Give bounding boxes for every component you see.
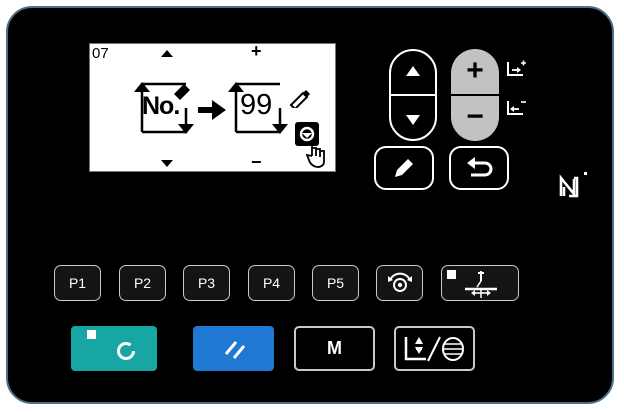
source-label: No. — [142, 92, 180, 120]
minus-indicator: − — [251, 152, 262, 172]
reset-slash-icon — [224, 341, 246, 359]
down-arrow-icon — [406, 115, 420, 125]
nfc-icon — [557, 174, 581, 200]
preset-p3-button[interactable]: P3 — [183, 265, 230, 301]
minus-button[interactable]: − — [451, 97, 499, 137]
ready-circle-icon — [117, 342, 135, 360]
lcd-screen: 07 + − No. 99 — [89, 41, 336, 172]
nav-divider — [391, 94, 435, 96]
edit-pencil-small-icon — [289, 90, 310, 108]
foot-raise-icon — [507, 60, 526, 76]
thread-tension-icon — [388, 272, 412, 292]
ready-button[interactable] — [71, 326, 157, 371]
presser-foot-indicator — [447, 270, 456, 279]
plus-button[interactable]: + — [451, 53, 499, 93]
mode-button[interactable]: M — [294, 326, 375, 371]
target-value: 99 — [240, 89, 273, 121]
left-down-indicator-icon — [161, 160, 173, 167]
winder-icon — [404, 336, 464, 362]
copy-arrow-icon — [198, 100, 226, 120]
presser-foot-icon — [465, 271, 497, 298]
foot-lower-icon — [507, 101, 526, 115]
up-arrow-icon — [406, 66, 420, 76]
touch-hand-icon — [306, 142, 325, 168]
preset-p2-button[interactable]: P2 — [119, 265, 166, 301]
nfc-tm — [584, 172, 587, 175]
adjust-divider — [451, 94, 499, 96]
return-icon — [467, 157, 493, 177]
edit-pencil-icon — [395, 159, 413, 177]
page-number: 07 — [92, 45, 109, 62]
preset-p4-button[interactable]: P4 — [248, 265, 295, 301]
plus-indicator: + — [251, 41, 262, 61]
left-up-indicator-icon — [161, 50, 173, 57]
ready-indicator — [87, 330, 96, 339]
preset-p5-button[interactable]: P5 — [312, 265, 359, 301]
preset-p1-button[interactable]: P1 — [54, 265, 101, 301]
